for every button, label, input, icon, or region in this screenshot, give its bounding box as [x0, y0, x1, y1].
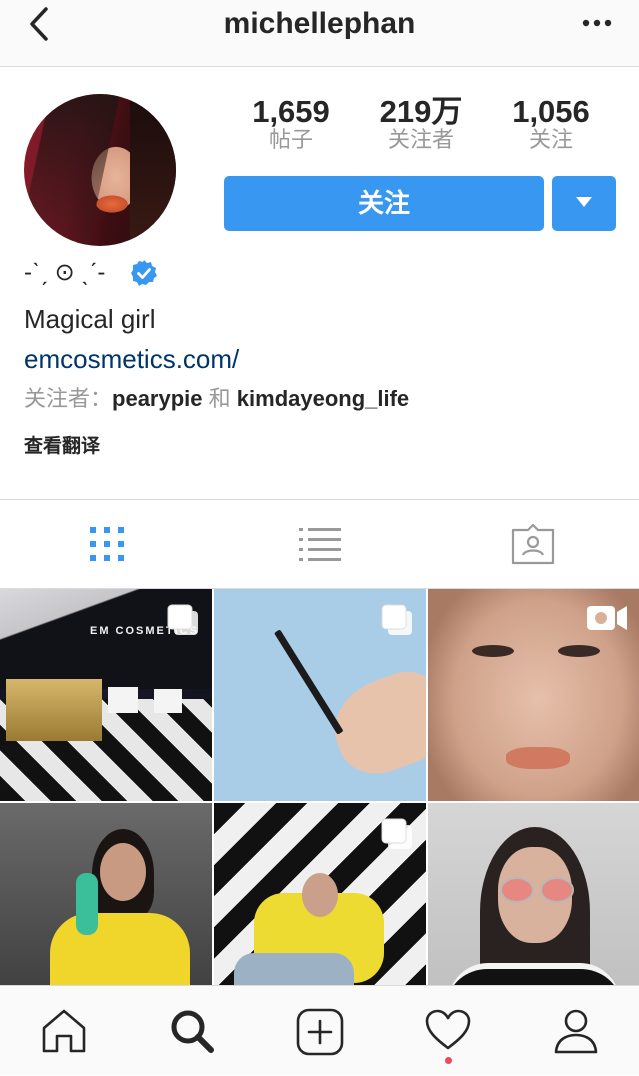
multi-photo-icon — [381, 818, 412, 849]
followed-by-prefix: 关注者： — [24, 386, 113, 411]
heart-icon — [425, 1009, 470, 1050]
avatar-hair-shape — [130, 94, 176, 246]
nav-profile[interactable] — [512, 986, 639, 1076]
more-horizontal-icon[interactable] — [577, 8, 617, 38]
post-photo — [154, 689, 182, 713]
profile-name: -ˋˏ ⊙ ˎˊ- — [24, 259, 106, 286]
post-photo — [100, 843, 146, 901]
tab-grid[interactable] — [0, 500, 213, 588]
page-title: michellephan — [223, 7, 416, 40]
tab-tagged[interactable] — [426, 500, 639, 588]
post-photo — [500, 877, 534, 903]
post-thumbnail[interactable]: EM COSMETICS — [0, 589, 212, 801]
post-photo — [302, 873, 338, 917]
post-thumbnail[interactable] — [428, 589, 639, 801]
search-icon — [171, 1010, 214, 1053]
post-photo — [76, 873, 98, 935]
nav-home[interactable] — [0, 986, 127, 1076]
suggestions-dropdown-button[interactable] — [552, 176, 616, 231]
profile-avatar[interactable] — [24, 94, 176, 246]
post-photo — [50, 913, 190, 985]
grid-icon — [89, 527, 124, 561]
multi-photo-icon — [167, 604, 198, 635]
profile-stats: 1,659 帖子 219万 关注者 1,056 关注 — [226, 94, 616, 154]
notification-dot — [445, 1057, 452, 1064]
post-photo — [558, 645, 600, 657]
add-post-icon — [296, 1008, 343, 1056]
profile-bio: Magical girl — [24, 304, 156, 334]
profile-website-link[interactable]: emcosmetics.com/ — [24, 342, 239, 376]
post-photo — [274, 629, 344, 735]
top-navigation-bar: michellephan — [0, 0, 639, 67]
followed-by-user-link[interactable]: kimdayeong_life — [237, 386, 409, 411]
post-photo — [448, 963, 620, 985]
stat-following[interactable]: 1,056 关注 — [486, 94, 616, 152]
profile-icon — [554, 1009, 597, 1054]
followed-by-user-link[interactable]: pearypie — [112, 386, 203, 411]
post-photo — [472, 645, 514, 657]
post-thumbnail[interactable] — [428, 803, 639, 985]
stat-value: 1,056 — [512, 94, 590, 129]
nav-new-post[interactable] — [256, 986, 383, 1076]
verified-badge-icon — [130, 259, 158, 287]
posts-grid: EM COSMETICS — [0, 589, 639, 985]
stat-posts[interactable]: 1,659 帖子 — [226, 94, 356, 152]
tab-list[interactable] — [213, 500, 426, 588]
post-photo — [108, 687, 138, 713]
post-photo — [540, 877, 574, 903]
avatar-hair-shape — [24, 94, 121, 246]
post-photo — [6, 679, 102, 741]
profile-view-tabs — [0, 499, 639, 589]
tagged-icon — [511, 523, 554, 565]
post-thumbnail[interactable] — [214, 589, 426, 801]
stat-label: 帖子 — [268, 127, 313, 152]
stat-value: 1,659 — [252, 94, 330, 129]
stat-value: 219万 — [379, 94, 463, 129]
post-thumbnail[interactable] — [214, 803, 426, 985]
bottom-navigation-bar — [0, 985, 639, 1075]
nav-search[interactable] — [128, 986, 255, 1076]
caret-down-icon — [576, 197, 592, 207]
video-icon — [587, 606, 627, 630]
post-photo — [234, 953, 354, 985]
multi-photo-icon — [381, 604, 412, 635]
home-icon — [42, 1009, 85, 1053]
post-thumbnail[interactable] — [0, 803, 212, 985]
list-icon — [298, 528, 341, 561]
follow-button[interactable]: 关注 — [224, 176, 544, 231]
stat-label: 关注 — [528, 127, 573, 152]
stat-label: 关注者 — [387, 127, 454, 152]
followed-by-text: 关注者：pearypie 和 kimdayeong_life — [24, 384, 409, 414]
post-photo — [506, 747, 570, 769]
see-translation-link[interactable]: 查看翻译 — [24, 434, 100, 460]
stat-followers[interactable]: 219万 关注者 — [356, 94, 486, 152]
followed-by-and: 和 — [208, 386, 231, 411]
